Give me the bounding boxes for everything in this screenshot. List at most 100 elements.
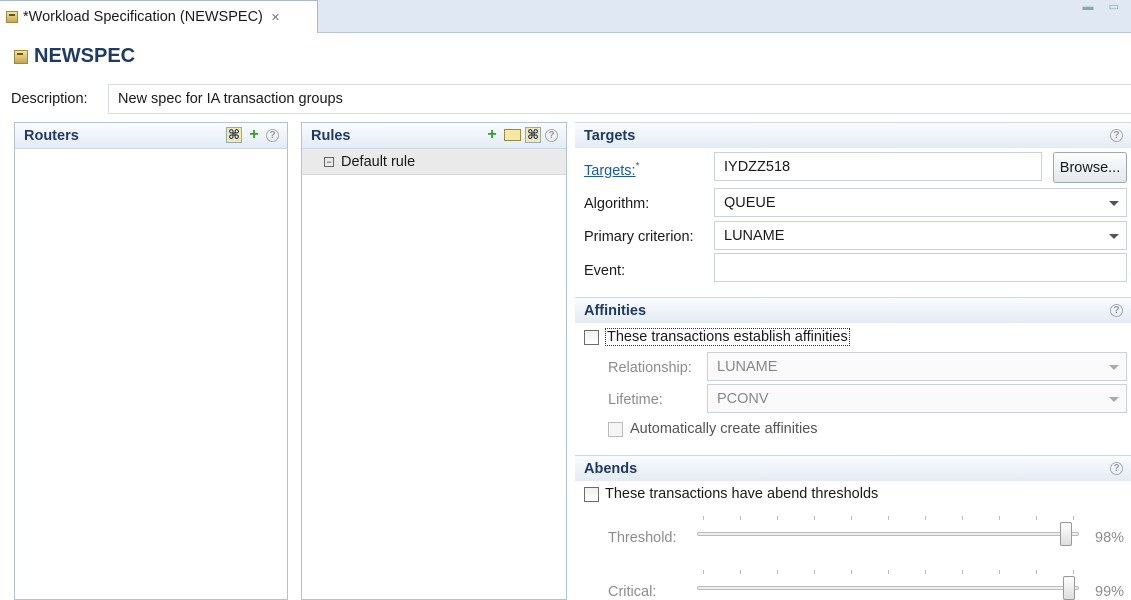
algorithm-select[interactable]: QUEUE bbox=[714, 188, 1127, 217]
affinities-checkbox-label: These transactions establish affinities bbox=[605, 328, 850, 346]
threshold-label: Threshold: bbox=[608, 530, 677, 546]
auto-create-checkbox bbox=[608, 421, 623, 437]
expand-collapse-icon[interactable]: − bbox=[324, 156, 334, 167]
auto-create-row: Automatically create affinities bbox=[608, 421, 818, 437]
help-icon[interactable]: ? bbox=[266, 128, 279, 142]
slider-tick bbox=[814, 570, 815, 574]
abends-checkbox-label: These transactions have abend thresholds bbox=[605, 486, 879, 502]
slider-track[interactable] bbox=[697, 532, 1079, 536]
description-row: Description: New spec for IA transaction… bbox=[0, 84, 1131, 114]
targets-title: Targets bbox=[584, 127, 636, 144]
slider-tick bbox=[703, 570, 704, 574]
page-header: NEWSPEC bbox=[14, 45, 135, 68]
threshold-slider[interactable] bbox=[693, 516, 1083, 556]
abends-title: Abends bbox=[584, 460, 638, 477]
workload-spec-icon bbox=[14, 49, 28, 64]
lifetime-label: Lifetime: bbox=[608, 392, 663, 408]
critical-slider[interactable] bbox=[693, 570, 1083, 600]
add-router-icon[interactable]: + bbox=[246, 126, 262, 143]
help-icon[interactable]: ? bbox=[1110, 462, 1123, 475]
page-title: NEWSPEC bbox=[34, 45, 136, 67]
minimize-maximize-icons[interactable]: ▬ ▭ bbox=[1083, 0, 1125, 13]
affinities-header: Affinities ? bbox=[575, 297, 1131, 323]
targets-header: Targets ? bbox=[575, 122, 1131, 148]
affinities-checkbox[interactable] bbox=[584, 329, 599, 345]
slider-track[interactable] bbox=[697, 586, 1079, 590]
slider-tick bbox=[814, 516, 815, 520]
slider-tick bbox=[962, 516, 963, 520]
slider-tick bbox=[1036, 516, 1037, 520]
routers-title: Routers bbox=[24, 127, 79, 144]
required-marker: * bbox=[635, 161, 640, 172]
chevron-down-icon[interactable] bbox=[1109, 201, 1119, 206]
rule-label: Default rule bbox=[341, 153, 416, 170]
algorithm-label: Algorithm: bbox=[584, 196, 650, 212]
primary-criterion-value: LUNAME bbox=[724, 227, 785, 244]
slider-tick bbox=[777, 516, 778, 520]
critical-label: Critical: bbox=[608, 584, 657, 600]
slider-tick bbox=[1036, 570, 1037, 574]
slider-thumb[interactable] bbox=[1060, 522, 1072, 546]
router-icon[interactable]: ⌘ bbox=[226, 127, 242, 143]
lifetime-select: PCONV bbox=[707, 384, 1127, 413]
tab-workload-specification[interactable]: *Workload Specification (NEWSPEC) ✕ bbox=[0, 0, 318, 33]
abends-checkbox-row[interactable]: These transactions have abend thresholds bbox=[584, 486, 878, 502]
slider-tick bbox=[1073, 570, 1074, 574]
event-input[interactable] bbox=[714, 253, 1127, 282]
slider-tick bbox=[740, 570, 741, 574]
chevron-down-icon bbox=[1109, 397, 1119, 402]
primary-criterion-select[interactable]: LUNAME bbox=[714, 221, 1127, 250]
rules-title: Rules bbox=[311, 127, 351, 144]
description-label: Description: bbox=[11, 91, 88, 107]
slider-thumb[interactable] bbox=[1063, 576, 1075, 600]
rule-list-item[interactable]: − Default rule bbox=[302, 149, 566, 175]
slider-tick bbox=[999, 570, 1000, 574]
slider-tick bbox=[851, 570, 852, 574]
slider-tick bbox=[999, 516, 1000, 520]
help-icon[interactable]: ? bbox=[1110, 304, 1123, 317]
slider-tick bbox=[925, 516, 926, 520]
slider-tick bbox=[740, 516, 741, 520]
help-icon[interactable]: ? bbox=[1110, 129, 1123, 142]
tab-title: *Workload Specification (NEWSPEC) bbox=[23, 9, 263, 25]
rules-panel: Rules + ⌘ ? − Default rule bbox=[301, 122, 567, 600]
add-rule-icon[interactable]: + bbox=[484, 126, 500, 143]
affinities-checkbox-row[interactable]: These transactions establish affinities bbox=[584, 328, 850, 346]
workload-spec-icon bbox=[6, 11, 18, 23]
rules-header: Rules + ⌘ ? bbox=[302, 123, 566, 149]
routers-panel: Routers ⌘ + ? bbox=[14, 122, 288, 600]
relationship-value: LUNAME bbox=[717, 358, 778, 375]
critical-value: 99% bbox=[1095, 584, 1125, 600]
abends-header: Abends ? bbox=[575, 455, 1131, 481]
lifetime-value: PCONV bbox=[717, 390, 769, 407]
folder-icon[interactable] bbox=[504, 129, 521, 141]
chevron-down-icon[interactable] bbox=[1109, 234, 1119, 239]
slider-tick bbox=[703, 516, 704, 520]
targets-input[interactable]: IYDZZ518 bbox=[714, 152, 1042, 181]
rule-icon[interactable]: ⌘ bbox=[525, 127, 541, 143]
help-icon[interactable]: ? bbox=[545, 128, 558, 142]
slider-tick bbox=[777, 570, 778, 574]
routers-header: Routers ⌘ + ? bbox=[15, 123, 287, 149]
properties-column: Targets ? Targets:* IYDZZ518 Browse... A… bbox=[575, 122, 1131, 600]
slider-tick bbox=[962, 570, 963, 574]
relationship-label: Relationship: bbox=[608, 360, 692, 376]
primary-criterion-label: Primary criterion: bbox=[584, 229, 694, 245]
description-field[interactable]: New spec for IA transaction groups bbox=[108, 84, 1131, 114]
slider-tick bbox=[851, 516, 852, 520]
targets-link[interactable]: Targets: bbox=[584, 163, 636, 179]
targets-label-wrap[interactable]: Targets:* bbox=[584, 161, 640, 179]
close-icon[interactable]: ✕ bbox=[271, 11, 280, 24]
event-label: Event: bbox=[584, 263, 626, 279]
algorithm-value: QUEUE bbox=[724, 194, 776, 211]
slider-tick bbox=[888, 570, 889, 574]
editor-tab-bar: *Workload Specification (NEWSPEC) ✕ ▬ ▭ bbox=[0, 0, 1131, 33]
abends-checkbox[interactable] bbox=[584, 486, 599, 502]
affinities-title: Affinities bbox=[584, 302, 647, 319]
relationship-select: LUNAME bbox=[707, 352, 1127, 381]
slider-tick bbox=[1073, 516, 1074, 520]
slider-tick bbox=[925, 570, 926, 574]
threshold-value: 98% bbox=[1095, 530, 1125, 546]
browse-button[interactable]: Browse... bbox=[1053, 152, 1127, 183]
chevron-down-icon bbox=[1109, 365, 1119, 370]
